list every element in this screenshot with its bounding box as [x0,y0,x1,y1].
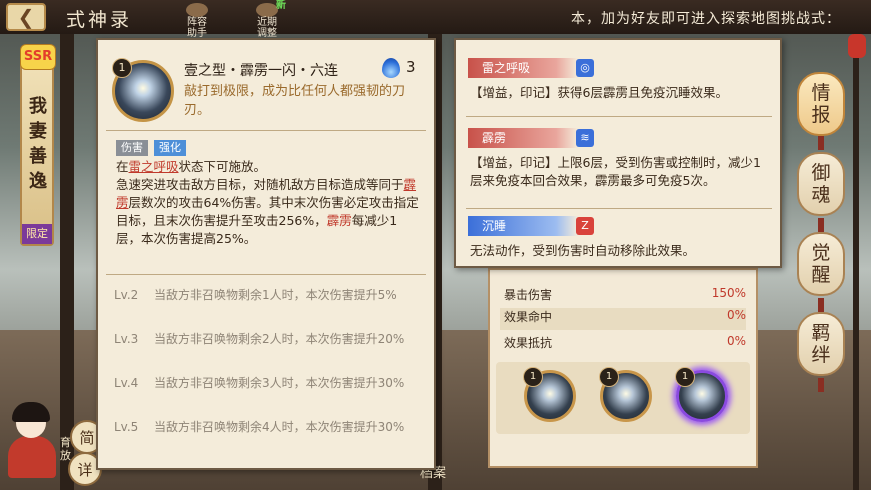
tab-awaken-label: 觉醒 [811,242,831,286]
keyword-text: 无法动作，受到伤害时自动移除此效果。 [470,243,696,258]
skill-cost: 3 [406,58,416,76]
level-text: 当敌方非召唤物剩余4人时，本次伤害提升30% [154,420,405,434]
new-badge: 新 [276,0,286,11]
divider [466,116,772,117]
keyword-title-thunder-breath: 雷之呼吸 [468,58,578,78]
tab-soul[interactable]: 御魂 [797,152,845,216]
page-title: 式神录 [66,9,133,31]
keyword-title-sleep: 沉睡 [468,216,578,236]
thunder-breath-icon: ◎ [576,59,594,77]
lineup-helper-button[interactable]: 阵容助手 [184,3,210,39]
stat-value: 150% [711,286,746,300]
level-text: 当敌方非召唤物剩余2人时，本次伤害提升20% [154,332,405,346]
tab-soul-label: 御魂 [811,162,831,206]
stat-value: 0% [726,334,746,348]
arrow-left-icon: ❮ [17,5,35,29]
level-label: Lv.5 [114,420,139,434]
keyword-popup: 雷之呼吸 ◎ 【增益，印记】获得6层霹雳且免疫沉睡效果。 霹雳 ≋ 【增益，印记… [454,38,782,268]
skill-level-badge: 1 [523,367,543,387]
level-text: 当敌方非召唤物剩余3人时，本次伤害提升30% [154,376,405,390]
stat-row: 效果命中 0% [500,308,746,330]
tag-buff: 强化 [154,140,186,156]
lantern-decoration [848,34,866,58]
keyword-thunder: 霹雳 [326,213,352,228]
simple-view-label: 简 [79,428,95,447]
skill-icon-3-selected[interactable]: 1 [675,367,728,422]
skill-list: 1 1 1 [496,362,750,434]
stat-row: 效果抵抗 0% [500,334,746,356]
back-button[interactable]: ❮ [6,3,46,31]
keyword-title-thunder: 霹雳 [468,128,578,148]
divider [466,208,772,209]
skill-icon-1[interactable]: 1 [523,367,576,422]
helper-icon [186,3,208,17]
sleep-icon: Z [576,217,594,235]
keyword-text: 【增益，印记】上限6层，受到伤害或控制时，减少1层来免疫本回合效果，霹雳最多可免… [470,155,761,188]
mascot-avatar[interactable] [6,400,58,478]
detail-view-label: 详 [77,460,93,479]
onibi-cost-icon [382,58,400,78]
character-name: 我妻善逸 [29,96,47,192]
marquee-text: 本，加为好友即可进入探索地图挑战式： [571,11,841,27]
changes-icon [256,3,278,17]
recent-changes-label: 近期调整 [257,17,277,39]
skill-description: 在雷之呼吸状态下可施放。 急速突进攻击敌方目标，对随机敌方目标造成等同于霹雳层数… [116,158,422,248]
tag-damage: 伤害 [116,140,148,156]
recent-changes-button[interactable]: 近期调整 新 [254,0,286,39]
background-pillar [853,0,859,490]
skill-level-badge: 1 [675,367,695,387]
skill-condition: 在雷之呼吸状态下可施放。 [116,159,267,174]
top-bar: ❮ 式神录 阵容助手 近期调整 新 本，加为好友即可进入探索地图挑战式： [0,0,871,39]
rarity-badge: SSR [20,44,56,70]
tab-info[interactable]: 情报 [797,72,845,136]
stat-value: 0% [726,308,746,322]
background-pillar [60,0,74,490]
level-label: Lv.2 [114,288,139,302]
stats-panel: 暴击伤害 150% 效果命中 0% 效果抵抗 0% 1 1 1 [488,268,758,468]
stat-row: 暴击伤害 150% [500,286,746,308]
skill-effect: 急速突进攻击敌方目标，对随机敌方目标造成等同于霹雳层数次的攻击64%伤害。其中末… [116,177,419,246]
level-label: Lv.3 [114,332,139,346]
tab-bond-label: 羁绊 [811,322,831,366]
limited-badge: 限定 [22,224,52,244]
stat-label: 效果抵抗 [504,336,553,350]
keyword-link-thunder-breath[interactable]: 雷之呼吸 [129,159,179,174]
skill-detail-popup: 1 壹之型・霹雳一闪・六连 3 敲打到极限，成为比任何人都强韧的刀刃。 伤害 强… [96,38,436,470]
character-card[interactable]: SSR 我妻善逸 限定 [20,44,56,246]
tab-info-label: 情报 [811,82,831,126]
lineup-helper-label: 阵容助手 [187,17,207,39]
level-label: Lv.4 [114,376,139,390]
tab-bond[interactable]: 羁绊 [797,312,845,376]
skill-level-badge: 1 [599,367,619,387]
level-text: 当敌方非召唤物剩余1人时，本次伤害提升5% [154,288,397,302]
divider [106,130,426,131]
tab-awaken[interactable]: 觉醒 [797,232,845,296]
divider [106,274,426,275]
stat-label: 暴击伤害 [504,288,553,302]
stat-label: 效果命中 [504,310,553,324]
thunder-strike-icon: ≋ [576,129,594,147]
skill-quote: 敲打到极限，成为比任何人都强韧的刀刃。 [184,84,406,118]
skill-level-badge: 1 [112,58,132,78]
skill-name: 壹之型・霹雳一闪・六连 [184,63,338,79]
skill-icon-2[interactable]: 1 [599,367,652,422]
partial-label: 育 放 [60,436,71,462]
keyword-text: 【增益，印记】获得6层霹雳且免疫沉睡效果。 [470,85,728,100]
